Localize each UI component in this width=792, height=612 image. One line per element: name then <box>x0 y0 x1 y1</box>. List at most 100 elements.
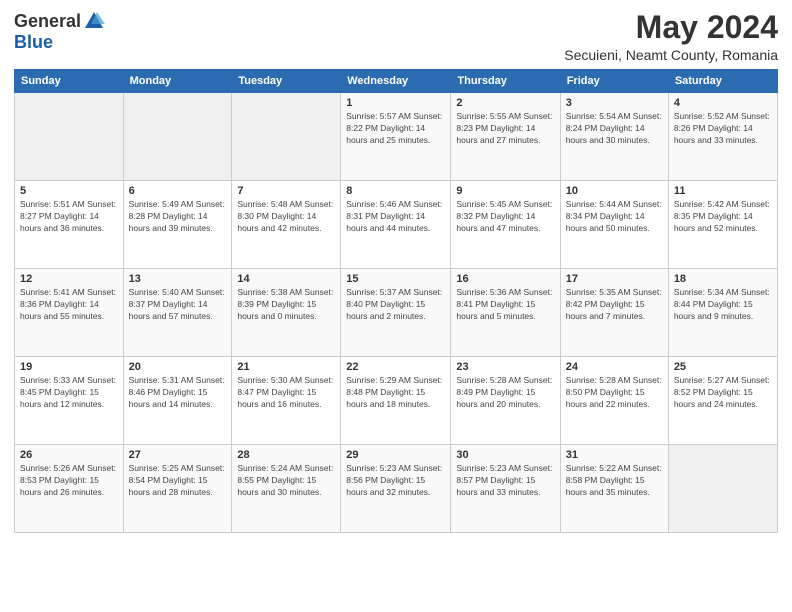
day-number: 10 <box>566 185 663 197</box>
day-detail: Sunrise: 5:31 AM Sunset: 8:46 PM Dayligh… <box>129 375 227 411</box>
calendar-cell: 4Sunrise: 5:52 AM Sunset: 8:26 PM Daylig… <box>668 93 777 181</box>
calendar-cell: 13 Sunrise: 5:40 AM Sunset: 8:37 PM Dayli… <box>123 269 232 357</box>
logo-blue-text: Blue <box>14 32 53 53</box>
day-detail: Sunrise: 5:38 AM Sunset: 8:39 PM Dayligh… <box>237 287 335 323</box>
day-detail: Sunrise: 5:23 AM Sunset: 8:56 PM Dayligh… <box>346 463 445 499</box>
day-number: 13 <box>129 273 227 285</box>
calendar-cell: 14 Sunrise: 5:38 AM Sunset: 8:39 PM Dayli… <box>232 269 341 357</box>
col-friday: Friday <box>560 70 668 93</box>
day-number: 19 <box>20 361 118 373</box>
day-detail: Sunrise: 5:57 AM Sunset: 8:22 PM Dayligh… <box>346 111 445 147</box>
calendar-cell: 8 Sunrise: 5:46 AM Sunset: 8:31 PM Daylig… <box>341 181 451 269</box>
calendar-cell: 6 Sunrise: 5:49 AM Sunset: 8:28 PM Daylig… <box>123 181 232 269</box>
day-number: 3 <box>566 97 663 109</box>
day-number: 1 <box>346 97 445 109</box>
day-detail: Sunrise: 5:23 AM Sunset: 8:57 PM Dayligh… <box>456 463 554 499</box>
calendar-cell <box>668 445 777 533</box>
calendar-cell: 22Sunrise: 5:29 AM Sunset: 8:48 PM Dayli… <box>341 357 451 445</box>
calendar-cell: 12 Sunrise: 5:41 AM Sunset: 8:36 PM Dayli… <box>15 269 124 357</box>
calendar-cell: 27Sunrise: 5:25 AM Sunset: 8:54 PM Dayli… <box>123 445 232 533</box>
col-monday: Monday <box>123 70 232 93</box>
day-number: 21 <box>237 361 335 373</box>
day-detail: Sunrise: 5:40 AM Sunset: 8:37 PM Dayligh… <box>129 287 227 323</box>
day-number: 11 <box>674 185 772 197</box>
calendar-cell: 30Sunrise: 5:23 AM Sunset: 8:57 PM Dayli… <box>451 445 560 533</box>
day-number: 6 <box>129 185 227 197</box>
day-number: 16 <box>456 273 554 285</box>
col-sunday: Sunday <box>15 70 124 93</box>
day-detail: Sunrise: 5:28 AM Sunset: 8:50 PM Dayligh… <box>566 375 663 411</box>
calendar-week-3: 12 Sunrise: 5:41 AM Sunset: 8:36 PM Dayli… <box>15 269 778 357</box>
day-detail: Sunrise: 5:55 AM Sunset: 8:23 PM Dayligh… <box>456 111 554 147</box>
day-detail: Sunrise: 5:48 AM Sunset: 8:30 PM Dayligh… <box>237 199 335 235</box>
day-number: 25 <box>674 361 772 373</box>
calendar-cell: 16 Sunrise: 5:36 AM Sunset: 8:41 PM Dayli… <box>451 269 560 357</box>
calendar-cell: 20 Sunrise: 5:31 AM Sunset: 8:46 PM Dayli… <box>123 357 232 445</box>
day-number: 12 <box>20 273 118 285</box>
day-detail: Sunrise: 5:30 AM Sunset: 8:47 PM Dayligh… <box>237 375 335 411</box>
subtitle: Secuieni, Neamt County, Romania <box>564 47 778 63</box>
day-number: 14 <box>237 273 335 285</box>
calendar-cell: 24 Sunrise: 5:28 AM Sunset: 8:50 PM Dayli… <box>560 357 668 445</box>
day-number: 8 <box>346 185 445 197</box>
day-number: 15 <box>346 273 445 285</box>
day-number: 9 <box>456 185 554 197</box>
calendar-cell: 19 Sunrise: 5:33 AM Sunset: 8:45 PM Dayli… <box>15 357 124 445</box>
calendar-cell: 15 Sunrise: 5:37 AM Sunset: 8:40 PM Dayli… <box>341 269 451 357</box>
logo: General <box>14 10 105 32</box>
day-detail: Sunrise: 5:51 AM Sunset: 8:27 PM Dayligh… <box>20 199 118 235</box>
calendar-cell: 31 Sunrise: 5:22 AM Sunset: 8:58 PM Dayli… <box>560 445 668 533</box>
day-detail: Sunrise: 5:26 AM Sunset: 8:53 PM Dayligh… <box>20 463 118 499</box>
col-tuesday: Tuesday <box>232 70 341 93</box>
calendar-header-row: Sunday Monday Tuesday Wednesday Thursday… <box>15 70 778 93</box>
col-saturday: Saturday <box>668 70 777 93</box>
calendar-cell: 9Sunrise: 5:45 AM Sunset: 8:32 PM Daylig… <box>451 181 560 269</box>
day-detail: Sunrise: 5:49 AM Sunset: 8:28 PM Dayligh… <box>129 199 227 235</box>
day-number: 24 <box>566 361 663 373</box>
day-number: 31 <box>566 449 663 461</box>
page: General Blue May 2024 Secuieni, Neamt Co… <box>0 0 792 612</box>
day-detail: Sunrise: 5:36 AM Sunset: 8:41 PM Dayligh… <box>456 287 554 323</box>
day-detail: Sunrise: 5:46 AM Sunset: 8:31 PM Dayligh… <box>346 199 445 235</box>
calendar-cell: 17Sunrise: 5:35 AM Sunset: 8:42 PM Dayli… <box>560 269 668 357</box>
main-title: May 2024 <box>564 10 778 45</box>
day-number: 29 <box>346 449 445 461</box>
header: General Blue May 2024 Secuieni, Neamt Co… <box>14 10 778 63</box>
calendar-cell: 25Sunrise: 5:27 AM Sunset: 8:52 PM Dayli… <box>668 357 777 445</box>
day-detail: Sunrise: 5:44 AM Sunset: 8:34 PM Dayligh… <box>566 199 663 235</box>
day-number: 22 <box>346 361 445 373</box>
day-number: 27 <box>129 449 227 461</box>
day-number: 26 <box>20 449 118 461</box>
logo-general-text: General <box>14 11 81 32</box>
day-number: 17 <box>566 273 663 285</box>
calendar-cell: 2Sunrise: 5:55 AM Sunset: 8:23 PM Daylig… <box>451 93 560 181</box>
calendar-week-5: 26 Sunrise: 5:26 AM Sunset: 8:53 PM Dayli… <box>15 445 778 533</box>
day-detail: Sunrise: 5:28 AM Sunset: 8:49 PM Dayligh… <box>456 375 554 411</box>
calendar-cell <box>123 93 232 181</box>
day-detail: Sunrise: 5:34 AM Sunset: 8:44 PM Dayligh… <box>674 287 772 323</box>
calendar-week-1: 1 Sunrise: 5:57 AM Sunset: 8:22 PM Daylig… <box>15 93 778 181</box>
calendar-week-2: 5 Sunrise: 5:51 AM Sunset: 8:27 PM Daylig… <box>15 181 778 269</box>
calendar-cell: 28Sunrise: 5:24 AM Sunset: 8:55 PM Dayli… <box>232 445 341 533</box>
logo-icon <box>83 10 105 32</box>
day-detail: Sunrise: 5:22 AM Sunset: 8:58 PM Dayligh… <box>566 463 663 499</box>
col-wednesday: Wednesday <box>341 70 451 93</box>
day-number: 5 <box>20 185 118 197</box>
calendar-cell <box>232 93 341 181</box>
day-detail: Sunrise: 5:54 AM Sunset: 8:24 PM Dayligh… <box>566 111 663 147</box>
calendar-cell: 10 Sunrise: 5:44 AM Sunset: 8:34 PM Dayli… <box>560 181 668 269</box>
day-detail: Sunrise: 5:41 AM Sunset: 8:36 PM Dayligh… <box>20 287 118 323</box>
calendar-cell: 23Sunrise: 5:28 AM Sunset: 8:49 PM Dayli… <box>451 357 560 445</box>
day-detail: Sunrise: 5:33 AM Sunset: 8:45 PM Dayligh… <box>20 375 118 411</box>
calendar: Sunday Monday Tuesday Wednesday Thursday… <box>14 69 778 533</box>
calendar-cell: 21 Sunrise: 5:30 AM Sunset: 8:47 PM Dayli… <box>232 357 341 445</box>
day-number: 28 <box>237 449 335 461</box>
day-number: 18 <box>674 273 772 285</box>
day-number: 20 <box>129 361 227 373</box>
calendar-cell: 3 Sunrise: 5:54 AM Sunset: 8:24 PM Daylig… <box>560 93 668 181</box>
day-number: 7 <box>237 185 335 197</box>
day-number: 4 <box>674 97 772 109</box>
calendar-cell: 11Sunrise: 5:42 AM Sunset: 8:35 PM Dayli… <box>668 181 777 269</box>
calendar-cell: 5 Sunrise: 5:51 AM Sunset: 8:27 PM Daylig… <box>15 181 124 269</box>
day-detail: Sunrise: 5:37 AM Sunset: 8:40 PM Dayligh… <box>346 287 445 323</box>
